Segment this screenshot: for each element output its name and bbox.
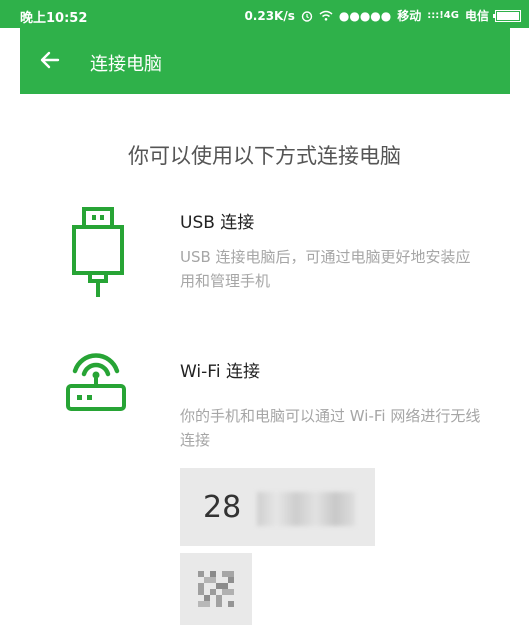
wifi-description: 你的手机和电脑可以通过 Wi-Fi 网络进行无线连接 bbox=[180, 407, 481, 449]
wifi-icon bbox=[319, 10, 333, 21]
wifi-title: Wi-Fi 连接 bbox=[180, 362, 260, 382]
network-type-1: :::!4G bbox=[427, 10, 459, 21]
page-subtitle: 你可以使用以下方式连接电脑 bbox=[128, 144, 401, 168]
carrier-2: 电信 bbox=[464, 9, 489, 23]
redacted-code-area bbox=[257, 492, 355, 526]
battery-icon bbox=[493, 9, 521, 22]
page-title: 连接电脑 bbox=[90, 54, 162, 75]
qr-code-icon bbox=[198, 571, 234, 607]
usb-cable-icon bbox=[72, 207, 124, 297]
back-arrow-icon[interactable] bbox=[38, 48, 62, 72]
usb-title: USB 连接 bbox=[180, 213, 255, 233]
status-bar: 晚上10:52 0.23K/s ●●●●● 移动 :::!4G 电信 bbox=[0, 0, 529, 28]
network-speed: 0.23K/s bbox=[244, 8, 295, 23]
carrier-1: 移动 bbox=[397, 9, 422, 23]
connection-code-text: 28 bbox=[203, 490, 242, 525]
connection-code-box[interactable]: 28 bbox=[180, 468, 375, 546]
status-time: 晚上10:52 bbox=[20, 11, 88, 26]
signal-dots: ●●●●● bbox=[338, 8, 392, 23]
usb-description: USB 连接电脑后，可通过电脑更好地安装应用和管理手机 bbox=[180, 248, 471, 290]
status-indicators: 0.23K/s ●●●●● 移动 :::!4G 电信 bbox=[244, 7, 521, 24]
qr-code-box[interactable] bbox=[180, 553, 252, 625]
alarm-icon bbox=[301, 10, 313, 22]
app-toolbar: 连接电脑 bbox=[20, 28, 510, 94]
wifi-router-icon bbox=[66, 353, 126, 411]
